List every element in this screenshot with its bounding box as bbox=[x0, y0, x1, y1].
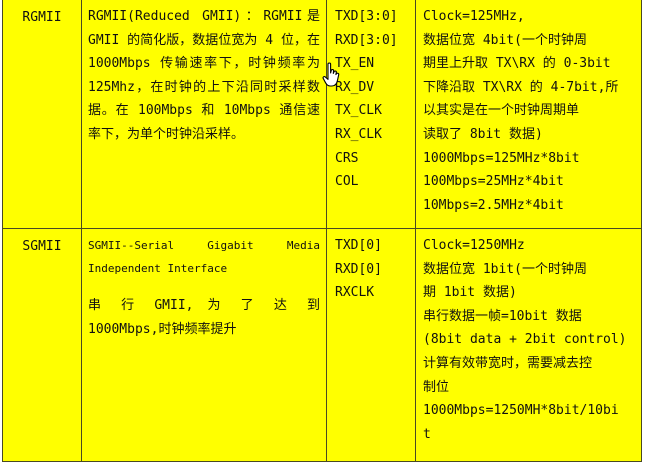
signal-name: RXD[0] bbox=[335, 261, 382, 277]
signal-name: RXD[3:0] bbox=[335, 32, 398, 48]
note-line: Clock=125MHz, bbox=[423, 9, 525, 24]
interface-name: SGMII bbox=[22, 239, 62, 254]
note-line: 1000Mbps=1250MH*8bit/10bi bbox=[423, 403, 619, 419]
note-line: 10Mbps=2.5MHz*4bit bbox=[423, 197, 564, 213]
signal-name: RX_DV bbox=[335, 79, 375, 95]
signal-list-cell: TXD[0] RXD[0] RXCLK bbox=[326, 228, 416, 462]
note-line: 1000Mbps=125MHz*8bit bbox=[423, 150, 580, 166]
note-line: Clock=1250MHz bbox=[423, 238, 525, 253]
interface-description-cell: RGMII(Reduced GMII)：RGMII是 GMII 的简化版，数据位… bbox=[81, 0, 327, 229]
hand-pointer-icon bbox=[322, 62, 340, 87]
note-line: 下降沿取 TX\RX 的 4-7bit,所 bbox=[423, 79, 619, 95]
note-line: 100Mbps=25MHz*4bit bbox=[423, 174, 564, 190]
interface-description: RGMII(Reduced GMII)：RGMII是 GMII 的简化版，数据位… bbox=[88, 9, 320, 142]
signal-name: COL bbox=[335, 174, 359, 190]
note-line: 制位 bbox=[423, 379, 450, 395]
signal-name: RXCLK bbox=[335, 285, 375, 301]
note-line: 以其实是在一个时钟周期单 bbox=[423, 103, 580, 119]
note-line: 串行数据一帧=10bit 数据 bbox=[423, 308, 582, 324]
signal-name: CRS bbox=[335, 150, 359, 166]
document-page: RGMII RGMII(Reduced GMII)：RGMII是 GMII 的简… bbox=[0, 0, 648, 462]
signal-name: TX_EN bbox=[335, 56, 375, 72]
interface-description-en: SGMII--Serial Gigabit Media Independent … bbox=[88, 239, 320, 275]
note-line: 数据位宽 4bit(一个时钟周 bbox=[423, 32, 587, 48]
signal-name: TXD[0] bbox=[335, 238, 382, 253]
table-row: RGMII RGMII(Reduced GMII)：RGMII是 GMII 的简… bbox=[2, 0, 642, 229]
interface-description: 串 行 GMII, 为 了 达 到 1000Mbps,时钟频率提升 bbox=[88, 298, 320, 337]
note-line: 期 1bit 数据) bbox=[423, 285, 517, 301]
signal-name: TX_CLK bbox=[335, 103, 382, 119]
interface-name: RGMII bbox=[22, 10, 62, 25]
notes-cell: Clock=125MHz, 数据位宽 4bit(一个时钟周 期里上升取 TX\R… bbox=[415, 0, 642, 229]
note-line: 读取了 8bit 数据) bbox=[423, 126, 543, 142]
interface-name-cell: SGMII bbox=[2, 228, 82, 462]
signal-list-cell: TXD[3:0] RXD[3:0] TX_EN RX_DV TX_CLK RX_… bbox=[326, 0, 416, 229]
signal-name: TXD[3:0] bbox=[335, 9, 398, 24]
interface-description-cell: SGMII--Serial Gigabit Media Independent … bbox=[81, 228, 327, 462]
notes-cell: Clock=1250MHz 数据位宽 1bit(一个时钟周 期 1bit 数据)… bbox=[415, 228, 642, 462]
note-line: (8bit data + 2bit control) bbox=[423, 332, 627, 348]
signal-name: RX_CLK bbox=[335, 126, 382, 142]
interface-name-cell: RGMII bbox=[2, 0, 82, 229]
note-line: 计算有效带宽时，需要减去控 bbox=[423, 355, 593, 371]
note-line: 期里上升取 TX\RX 的 0-3bit bbox=[423, 56, 611, 72]
note-line: t bbox=[423, 426, 431, 442]
note-line: 数据位宽 1bit(一个时钟周 bbox=[423, 261, 587, 277]
table-row: SGMII SGMII--Serial Gigabit Media Indepe… bbox=[2, 228, 642, 462]
